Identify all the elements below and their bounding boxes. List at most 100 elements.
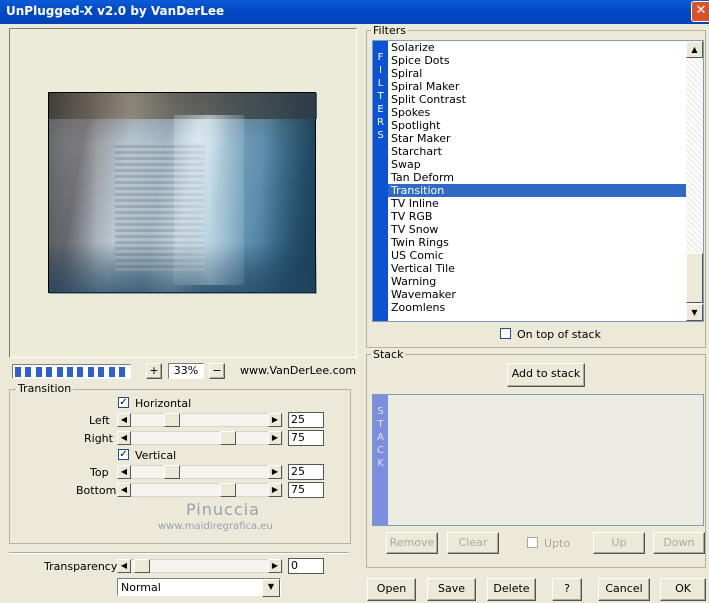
window-title: UnPlugged-X v2.0 by VanDerLee	[6, 4, 225, 18]
filter-item[interactable]: TV Inline	[388, 197, 686, 210]
filter-item[interactable]: Swap	[388, 158, 686, 171]
progress-segment	[56, 367, 63, 377]
filter-scrollbar[interactable]: ▲ ▼	[686, 41, 703, 321]
close-button[interactable]: ✕	[691, 1, 709, 22]
filter-item[interactable]: Spiral	[388, 67, 686, 80]
clear-button[interactable]: Clear	[447, 532, 499, 554]
transparency-value-field[interactable]: 0	[288, 558, 324, 574]
top-label: Top	[90, 466, 109, 479]
filter-item[interactable]: Star Maker	[388, 132, 686, 145]
watermark-name: Pinuccia	[186, 500, 260, 519]
bottom-label: Bottom	[76, 484, 117, 497]
filters-strip: F I L T E R S	[373, 41, 388, 321]
scroll-down-icon[interactable]: ▼	[686, 304, 703, 321]
open-button[interactable]: Open	[367, 578, 416, 601]
upto-checkbox[interactable]	[527, 537, 538, 548]
left-slider-decrement[interactable]: ◀	[117, 413, 131, 427]
vertical-label: Vertical	[135, 449, 177, 462]
bottom-slider-decrement[interactable]: ◀	[117, 483, 131, 497]
filter-item[interactable]: TV Snow	[388, 223, 686, 236]
progress-segment	[35, 367, 42, 377]
filter-item[interactable]: TV RGB	[388, 210, 686, 223]
separator	[9, 552, 349, 554]
filter-item[interactable]: Warning	[388, 275, 686, 288]
remove-button[interactable]: Remove	[386, 532, 438, 554]
watermark-url: www.maidiregrafica.eu	[158, 521, 273, 532]
blend-mode-dropdown[interactable]: Normal ▼	[117, 578, 281, 597]
stack-group-label: Stack	[371, 348, 406, 361]
left-slider-increment[interactable]: ▶	[268, 413, 282, 427]
transparency-slider-decrement[interactable]: ◀	[117, 559, 131, 573]
transparency-slider-thumb[interactable]	[134, 559, 150, 573]
filter-item[interactable]: Zoomlens	[388, 301, 686, 314]
transparency-slider-increment[interactable]: ▶	[268, 559, 282, 573]
bottom-slider-increment[interactable]: ▶	[268, 483, 282, 497]
filter-item[interactable]: Split Contrast	[388, 93, 686, 106]
zoom-level: 33%	[168, 363, 204, 379]
progress-segment	[119, 367, 125, 377]
filter-item[interactable]: Spiral Maker	[388, 80, 686, 93]
top-slider-increment[interactable]: ▶	[268, 465, 282, 479]
zoom-out-button[interactable]: −	[209, 363, 225, 379]
ok-button[interactable]: OK	[660, 578, 706, 601]
scroll-up-icon[interactable]: ▲	[686, 41, 703, 58]
preview-image	[48, 92, 317, 294]
delete-button[interactable]: Delete	[487, 578, 536, 601]
on-top-of-stack-checkbox[interactable]	[500, 328, 511, 339]
transition-group-label: Transition	[16, 382, 74, 395]
filter-item[interactable]: US Comic	[388, 249, 686, 262]
filter-item[interactable]: Twin Rings	[388, 236, 686, 249]
horizontal-checkbox[interactable]: ✓	[118, 397, 129, 408]
filter-item[interactable]: Spice Dots	[388, 54, 686, 67]
left-label: Left	[89, 414, 110, 427]
up-button[interactable]: Up	[593, 532, 645, 554]
filter-item[interactable]: Wavemaker	[388, 288, 686, 301]
stack-list[interactable]	[372, 394, 704, 526]
filter-item[interactable]: Starchart	[388, 145, 686, 158]
bottom-slider[interactable]	[117, 483, 283, 497]
zoom-in-button[interactable]: +	[146, 363, 162, 379]
progress-segment	[108, 367, 115, 377]
upto-label: Upto	[544, 537, 571, 550]
website-link[interactable]: www.VanDerLee.com	[240, 364, 356, 377]
filter-item[interactable]: Solarize	[388, 41, 686, 54]
progress-segment	[67, 367, 73, 377]
progress-bar	[12, 364, 131, 379]
stack-strip: S T A C K	[373, 395, 388, 525]
dropdown-arrow-icon[interactable]: ▼	[262, 579, 280, 597]
save-button[interactable]: Save	[427, 578, 476, 601]
on-top-of-stack-label: On top of stack	[517, 328, 601, 341]
help-button[interactable]: ?	[552, 578, 582, 601]
add-to-stack-button[interactable]: Add to stack	[507, 363, 585, 387]
left-slider[interactable]	[117, 413, 283, 427]
filter-item[interactable]: Spotlight	[388, 119, 686, 132]
down-button[interactable]: Down	[653, 532, 705, 554]
stack-strip-letters: S T A C K	[377, 406, 384, 469]
transparency-label: Transparency	[44, 560, 118, 573]
vertical-checkbox[interactable]: ✓	[118, 449, 129, 460]
progress-segment	[25, 367, 32, 377]
right-slider-decrement[interactable]: ◀	[117, 431, 131, 445]
right-value-field[interactable]: 75	[288, 430, 324, 446]
progress-segment	[77, 367, 84, 377]
cancel-button[interactable]: Cancel	[598, 578, 650, 601]
filter-item[interactable]: Spokes	[388, 106, 686, 119]
left-value-field[interactable]: 25	[288, 412, 324, 428]
right-slider[interactable]	[117, 431, 283, 445]
top-value-field[interactable]: 25	[288, 464, 324, 480]
bottom-slider-thumb[interactable]	[220, 483, 236, 497]
blend-mode-value: Normal	[121, 581, 161, 594]
scroll-thumb[interactable]	[686, 253, 703, 303]
filters-group-label: Filters	[371, 24, 408, 37]
bottom-value-field[interactable]: 75	[288, 482, 324, 498]
horizontal-label: Horizontal	[135, 397, 192, 410]
left-slider-thumb[interactable]	[164, 413, 180, 427]
top-slider-thumb[interactable]	[164, 465, 180, 479]
filter-item[interactable]: Tan Deform	[388, 171, 686, 184]
right-slider-thumb[interactable]	[220, 431, 236, 445]
filter-item[interactable]: Transition	[388, 184, 686, 197]
filter-item[interactable]: Vertical Tile	[388, 262, 686, 275]
top-slider[interactable]	[117, 465, 283, 479]
top-slider-decrement[interactable]: ◀	[117, 465, 131, 479]
right-slider-increment[interactable]: ▶	[268, 431, 282, 445]
